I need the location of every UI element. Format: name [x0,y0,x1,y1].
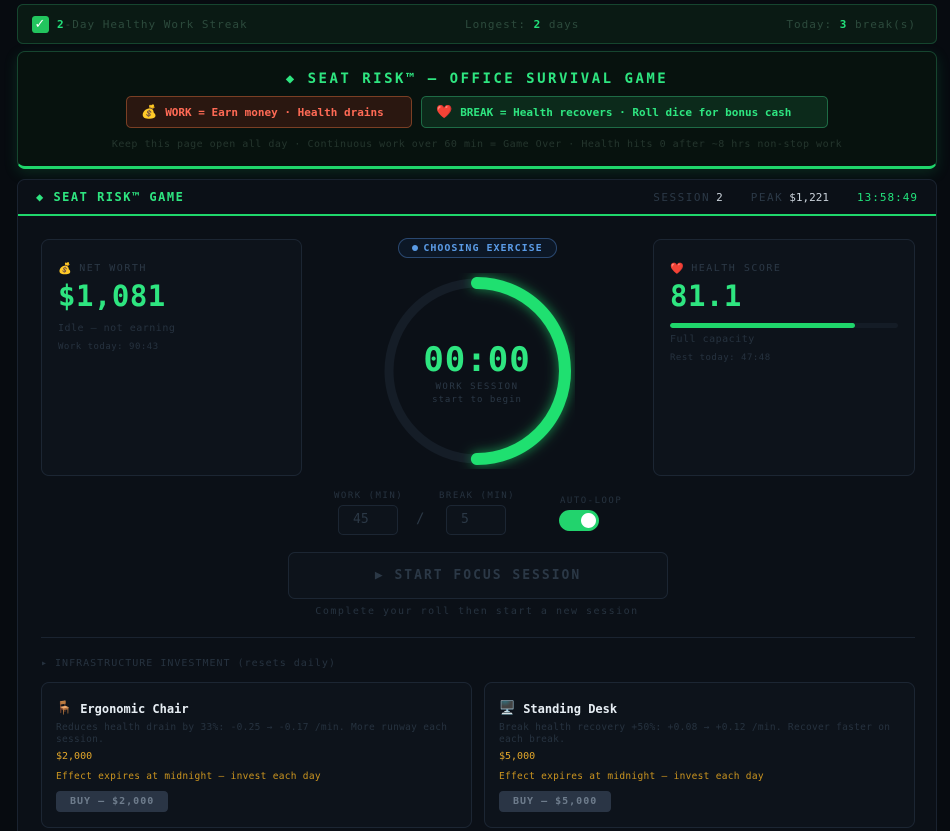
today-breaks: Today: 3 break(s) [786,18,916,31]
hero-note: Keep this page open all day · Continuous… [111,139,843,150]
health-status: Full capacity [670,334,755,345]
status-dot-icon [412,245,419,251]
buy-chair-button[interactable]: BUY — $2,000 [56,791,169,812]
timer-mode: WORK SESSION [435,382,519,392]
money-bag-icon: 💰 [141,104,158,120]
work-rule-text: WORK = Earn money · Health drains [165,105,384,119]
session-info: SESSION 2 [653,191,722,204]
autoloop-toggle[interactable] [559,510,599,531]
game-meta: SESSION 2 PEAK $1,221 13:58:49 [653,191,918,204]
status-pill: CHOOSING EXERCISE [398,238,557,258]
game-title: ◆ SEAT RISK™ GAME [36,190,185,204]
check-icon: ✓ [32,15,49,33]
longest-label: Longest: [465,17,526,31]
item-desc: Reduces health drain by 33%: -0.25 → -0.… [56,722,448,745]
streak-bar: ✓ 2 -Day Healthy Work Streak Longest: 2 … [17,4,937,44]
item-name-text: Ergonomic Chair [80,701,189,716]
divider [41,637,915,638]
game-panel: ◆ SEAT RISK™ GAME SESSION 2 PEAK $1,221 13… [17,179,937,831]
item-price: $5,000 [499,751,536,762]
session-value: 2 [716,190,723,204]
standing-desk-card: 🖥️ Standing Desk Break health recovery +… [484,682,915,828]
start-hint: Complete your roll then start a new sess… [315,606,639,617]
net-worth-card: 💰 NET WORTH $1,081 Idle — not earning Wo… [41,239,302,476]
session-label: SESSION [653,190,711,204]
ergonomic-chair-card: 🪑 Ergonomic Chair Reduces health drain b… [41,682,472,828]
heart-icon: ❤️ [670,262,686,275]
longest-value: 2 [533,17,542,31]
chair-icon: 🪑 [56,701,73,716]
toggle-knob [581,513,596,528]
longest-streak: Longest: 2 days [465,18,579,31]
item-price: $2,000 [56,751,93,762]
rest-today: Rest today: 47:48 [670,353,771,363]
health-bar-fill [670,323,855,328]
net-worth-caption: 💰 NET WORTH [58,262,285,275]
timer-sub: start to begin [432,395,522,405]
peak-value: $1,221 [789,190,830,204]
net-worth-status: Idle — not earning [58,323,176,334]
health-label: HEALTH SCORE [691,263,782,274]
timer-time: 00:00 [423,340,531,380]
slash-separator: / [416,511,425,527]
longest-unit: days [548,17,580,31]
net-worth-value: $1,081 [58,279,166,313]
timer-display: 00:00 WORK SESSION start to begin [379,340,575,405]
work-min-input[interactable]: 45 [338,505,398,535]
start-focus-button[interactable]: ▶ START FOCUS SESSION [288,552,668,599]
work-min-label: WORK (MIN) [334,491,404,501]
hero-title: ◆ SEAT RISK™ — OFFICE SURVIVAL GAME [285,71,669,87]
work-today: Work today: 90:43 [58,342,159,352]
item-expiry: Effect expires at midnight — invest each… [499,771,764,782]
peak-info: PEAK $1,221 [751,191,829,204]
desktop-icon: 🖥️ [499,701,516,716]
work-rule-pill: 💰 WORK = Earn money · Health drains [126,96,412,128]
today-unit: break(s) [855,17,916,31]
break-min-label: BREAK (MIN) [439,491,516,501]
break-rule-text: BREAK = Health recovers · Roll dice for … [460,105,792,119]
health-card: ❤️ HEALTH SCORE 81.1 Full capacity Rest … [653,239,915,476]
today-value: 3 [839,17,848,31]
item-desc: Break health recovery +50%: +0.08 → +0.1… [499,722,891,745]
clock: 13:58:49 [857,190,918,204]
break-min-input[interactable]: 5 [446,505,506,535]
buy-desk-button[interactable]: BUY — $5,000 [499,791,612,812]
item-name-text: Standing Desk [523,701,618,716]
net-worth-label: NET WORTH [79,263,147,274]
item-name: 🖥️ Standing Desk [499,701,900,716]
game-header: ◆ SEAT RISK™ GAME SESSION 2 PEAK $1,221 13… [18,180,936,216]
status-text: CHOOSING EXERCISE [423,242,543,254]
streak-text: -Day Healthy Work Streak [64,17,248,31]
streak-days: 2 [57,17,65,31]
peak-label: PEAK [750,190,784,204]
health-caption: ❤️ HEALTH SCORE [670,262,898,275]
today-label: Today: [786,17,833,31]
item-expiry: Effect expires at midnight — invest each… [56,771,321,782]
autoloop-label: AUTO-LOOP [560,496,623,506]
health-bar [670,323,898,328]
hero-banner: ◆ SEAT RISK™ — OFFICE SURVIVAL GAME 💰 WO… [17,51,937,169]
heart-icon: ❤️ [436,104,453,120]
health-value: 81.1 [670,279,742,313]
infra-heading[interactable]: ▸ INFRASTRUCTURE INVESTMENT (resets dail… [41,658,336,669]
item-name: 🪑 Ergonomic Chair [56,701,457,716]
money-bag-icon: 💰 [58,262,74,275]
break-rule-pill: ❤️ BREAK = Health recovers · Roll dice f… [421,96,828,128]
